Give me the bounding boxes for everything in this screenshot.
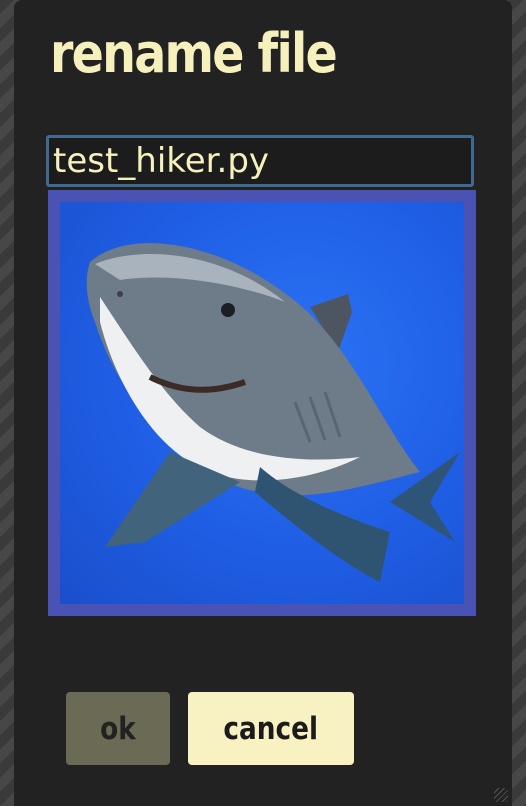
filename-input[interactable] [46,135,474,187]
cancel-button[interactable]: cancel [188,692,354,765]
cancel-button-label: cancel [223,710,319,747]
dialog-title: rename file [50,22,338,85]
ok-button[interactable]: ok [66,692,170,765]
resize-handle[interactable] [494,788,508,802]
file-preview-frame [48,190,476,616]
file-preview-image [60,202,464,604]
ok-button-label: ok [100,710,136,747]
shark-icon [86,243,460,582]
rename-file-dialog: rename file test_hiker.py ok cancel [14,0,512,806]
